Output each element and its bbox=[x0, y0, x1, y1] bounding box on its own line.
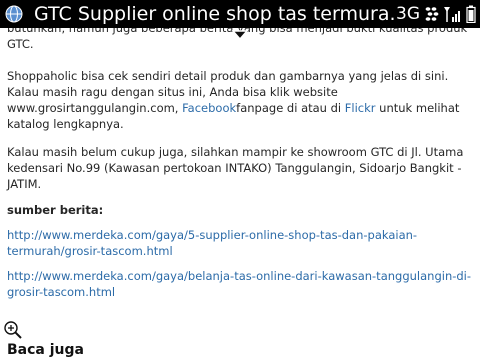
browser-globe-icon bbox=[5, 5, 23, 23]
source-paragraph-2: http://www.merdeka.com/gaya/belanja-tas-… bbox=[7, 268, 473, 300]
pull-down-arrow-icon[interactable] bbox=[230, 27, 250, 41]
source-label: sumber berita: bbox=[7, 203, 104, 217]
article-paragraph-2: Kalau masih belum cukup juga, silahkan m… bbox=[7, 145, 464, 191]
related-heading: Baca juga bbox=[7, 342, 84, 358]
flickr-link[interactable]: Flickr bbox=[345, 101, 376, 115]
facebook-link[interactable]: Facebook bbox=[182, 101, 236, 115]
zoom-in-icon[interactable] bbox=[3, 320, 23, 340]
article-content: butuhkan, namun juga beberapa berita yan… bbox=[0, 20, 480, 360]
source-link-1[interactable]: http://www.merdeka.com/gaya/5-supplier-o… bbox=[7, 228, 417, 258]
status-bar: GTC Supplier online shop tas termura... … bbox=[0, 0, 480, 28]
paragraph-1-text-mid: fanpage di atau di bbox=[236, 101, 345, 115]
blackberry-icon bbox=[425, 7, 439, 21]
cut-line-2: GTC. bbox=[7, 37, 34, 51]
source-link-2[interactable]: http://www.merdeka.com/gaya/belanja-tas-… bbox=[7, 269, 471, 299]
page-title: GTC Supplier online shop tas termura... bbox=[34, 3, 394, 25]
source-paragraph-1: http://www.merdeka.com/gaya/5-supplier-o… bbox=[7, 227, 473, 259]
network-indicator: 3G bbox=[396, 4, 420, 24]
signal-strength-icon bbox=[444, 7, 460, 22]
article-paragraph-1: Shoppaholic bisa cek sendiri detail prod… bbox=[7, 68, 473, 132]
battery-icon bbox=[466, 5, 476, 23]
